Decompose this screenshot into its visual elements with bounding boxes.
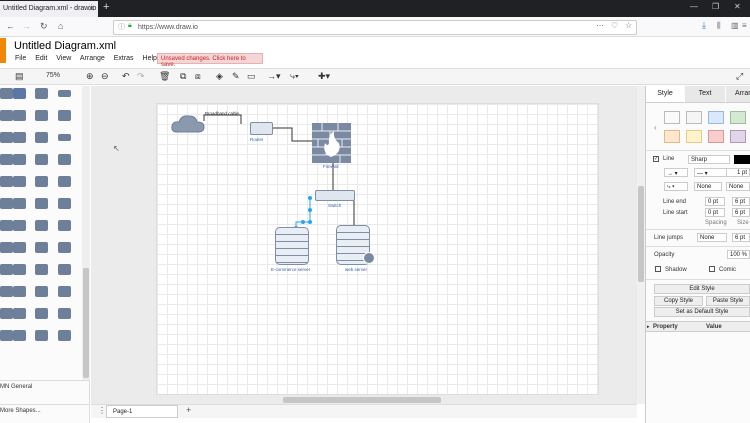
style-swatch[interactable] bbox=[664, 111, 680, 124]
set-default-style-button[interactable]: Set as Default Style bbox=[654, 307, 750, 317]
style-swatch[interactable] bbox=[708, 130, 724, 143]
line-jumps-select[interactable]: None bbox=[697, 233, 727, 242]
broadband-label[interactable]: Broadband cable bbox=[205, 111, 239, 116]
page-tab-label: Page-1 bbox=[113, 409, 133, 415]
router-label[interactable]: Router bbox=[250, 137, 264, 142]
property-column-header: Property bbox=[653, 324, 678, 330]
tab-style[interactable]: Style bbox=[646, 86, 684, 103]
start-size-input[interactable]: 6 pt bbox=[732, 208, 750, 217]
switch-icon[interactable] bbox=[315, 190, 355, 201]
waypoint-select[interactable]: ⤷ ▾ bbox=[664, 182, 688, 191]
line-start-marker-select[interactable]: None bbox=[694, 182, 722, 191]
expand-properties-icon[interactable]: ▸ bbox=[647, 324, 650, 330]
divider bbox=[646, 279, 750, 280]
firewall-label[interactable]: Firewall bbox=[323, 164, 339, 169]
spacing-label: Spacing bbox=[705, 220, 727, 226]
selection-handle bbox=[301, 220, 305, 224]
opacity-input[interactable]: 100 % bbox=[727, 250, 750, 259]
line-style-select[interactable]: Sharp bbox=[688, 155, 730, 164]
cloud-icon[interactable] bbox=[171, 114, 205, 134]
switch-label[interactable]: Switch bbox=[328, 203, 341, 208]
comic-label: Comic bbox=[719, 267, 737, 273]
selection-handle bbox=[308, 208, 312, 212]
edge-switch-web bbox=[344, 196, 355, 228]
line-label: Line bbox=[663, 156, 675, 162]
line-checkbox[interactable]: ✓ bbox=[653, 156, 659, 162]
vertical-scroll-thumb[interactable] bbox=[638, 186, 644, 282]
edit-style-button[interactable]: Edit Style bbox=[654, 284, 750, 294]
page-tab-1[interactable]: Page-1 bbox=[106, 405, 178, 418]
style-swatch[interactable] bbox=[686, 130, 702, 143]
pages-menu-icon[interactable]: ⋮ bbox=[98, 406, 106, 415]
firewall-icon[interactable] bbox=[312, 123, 351, 163]
shadow-label: Shadow bbox=[665, 267, 687, 273]
web-server-label[interactable]: web server bbox=[345, 267, 367, 272]
end-size-input[interactable]: 6 pt bbox=[732, 197, 750, 206]
comic-checkbox[interactable] bbox=[709, 266, 715, 272]
divider bbox=[646, 246, 750, 247]
divider bbox=[646, 150, 750, 151]
end-spacing-input[interactable]: 0 pt bbox=[705, 197, 725, 206]
opacity-label: Opacity bbox=[654, 252, 675, 258]
router-icon[interactable] bbox=[250, 122, 273, 135]
ecommerce-server-icon[interactable] bbox=[275, 227, 309, 265]
line-pattern-select[interactable]: → ▾ bbox=[664, 168, 688, 177]
add-page-icon[interactable]: + bbox=[186, 405, 191, 415]
ecommerce-server-label[interactable]: E-commerce server bbox=[271, 267, 310, 272]
divider bbox=[646, 229, 750, 230]
line-jumps-label: Line jumps bbox=[654, 235, 684, 241]
value-column-header: Value bbox=[706, 324, 722, 330]
tab-text[interactable]: Text bbox=[685, 86, 725, 103]
line-end-label: Line end bbox=[663, 199, 687, 205]
line-jumps-size-input[interactable]: 6 pt bbox=[732, 233, 750, 242]
line-dash-select[interactable]: — ▾ bbox=[694, 168, 730, 177]
swatch-prev-icon[interactable]: ‹ bbox=[654, 123, 657, 132]
selection-handle bbox=[308, 220, 312, 224]
style-swatch[interactable] bbox=[730, 130, 746, 143]
paste-style-button[interactable]: Paste Style bbox=[706, 296, 750, 306]
globe-icon bbox=[363, 252, 375, 264]
start-spacing-input[interactable]: 0 pt bbox=[705, 208, 725, 217]
size-label: Size bbox=[737, 220, 749, 226]
style-swatch[interactable] bbox=[664, 130, 680, 143]
line-color-swatch[interactable] bbox=[734, 155, 750, 164]
tab-arrange[interactable]: Arrange bbox=[726, 86, 750, 103]
edge-cloud-router bbox=[203, 114, 242, 124]
line-start-label: Line start bbox=[663, 210, 688, 216]
edge-router-firewall bbox=[273, 127, 312, 142]
style-swatch[interactable] bbox=[686, 111, 702, 124]
line-width-input[interactable]: 1 pt bbox=[726, 168, 750, 177]
selection-handle bbox=[308, 196, 312, 200]
style-swatch[interactable] bbox=[708, 111, 724, 124]
horizontal-scroll-thumb[interactable] bbox=[283, 397, 441, 403]
copy-style-button[interactable]: Copy Style bbox=[654, 296, 703, 306]
line-end-marker-select[interactable]: None bbox=[726, 182, 750, 191]
style-swatch[interactable] bbox=[730, 111, 746, 124]
shadow-checkbox[interactable] bbox=[655, 266, 661, 272]
